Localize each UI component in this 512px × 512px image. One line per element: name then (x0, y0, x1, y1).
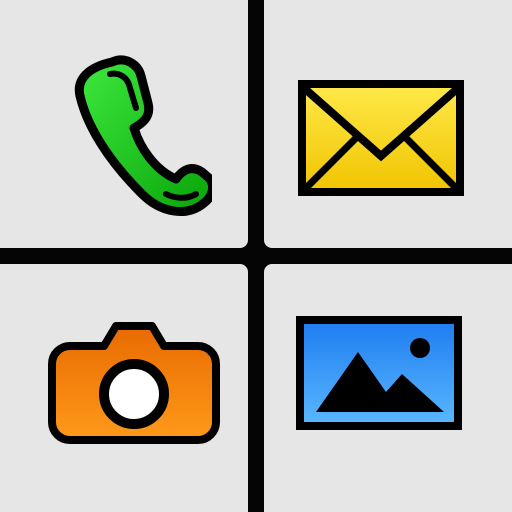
phone-tile-color: #12c612 (0, 0, 1, 1)
phone-tile[interactable]: #12c612 (0, 0, 248, 248)
picture-icon (296, 316, 462, 430)
app-launcher-grid: #12c612 #ffe100 (0, 0, 512, 512)
gallery-tile[interactable]: #2a8cff (264, 264, 512, 512)
gallery-tile-color: #2a8cff (264, 264, 265, 265)
messages-tile[interactable]: #ffe100 (264, 0, 512, 248)
envelope-icon (298, 80, 464, 196)
camera-tile-color: #f07a00 (0, 264, 1, 265)
messages-tile-color: #ffe100 (264, 0, 265, 1)
camera-icon (48, 322, 220, 444)
camera-tile[interactable]: #f07a00 (0, 264, 248, 512)
phone-handset-icon (74, 55, 212, 216)
